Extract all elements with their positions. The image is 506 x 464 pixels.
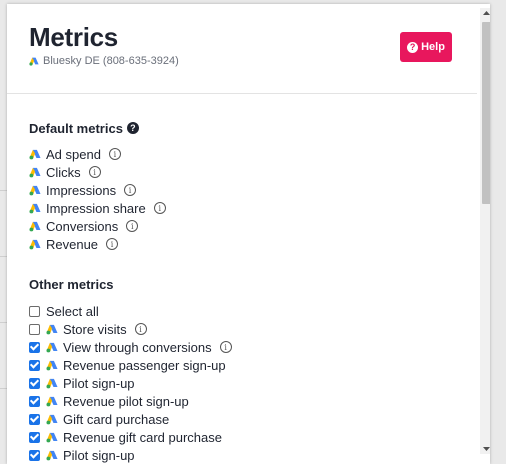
default-metric-item: Revenue i: [29, 235, 469, 253]
metric-label: Revenue passenger sign-up: [63, 357, 226, 373]
metric-checkbox-row[interactable]: Revenue gift card purchase: [29, 428, 469, 446]
metric-checkbox[interactable]: [29, 323, 40, 335]
other-metrics-title: Other metrics: [29, 276, 114, 292]
help-icon: ?: [407, 41, 419, 53]
metric-checkbox[interactable]: [29, 377, 40, 389]
metric-label: Gift card purchase: [63, 411, 170, 427]
metric-checkbox-row[interactable]: Pilot sign-up: [29, 374, 469, 392]
info-icon[interactable]: i: [153, 202, 166, 214]
google-ads-icon: [29, 167, 41, 177]
metric-label: View through conversions: [63, 339, 212, 355]
account-label: Bluesky DE (808-635-3924): [29, 55, 179, 67]
metric-label: Store visits: [63, 321, 127, 337]
question-icon[interactable]: ?: [126, 122, 139, 134]
info-icon[interactable]: i: [124, 184, 137, 196]
info-icon[interactable]: i: [126, 220, 139, 232]
default-metric-item: Impression share i: [29, 199, 469, 217]
scroll-down-arrow-icon[interactable]: [480, 444, 490, 454]
metric-checkbox-row[interactable]: Pilot sign-up: [29, 446, 469, 464]
info-icon[interactable]: i: [88, 166, 101, 178]
google-ads-icon: [46, 450, 58, 460]
scroll-up-arrow-icon[interactable]: [480, 8, 490, 18]
metric-checkbox-row[interactable]: Store visits i: [29, 320, 469, 338]
account-name: Bluesky DE (808-635-3924): [43, 55, 179, 67]
google-ads-icon: [29, 57, 39, 66]
google-ads-icon: [46, 324, 58, 334]
metric-label: Impressions: [46, 182, 117, 198]
metric-checkbox-row[interactable]: Revenue pilot sign-up: [29, 392, 469, 410]
google-ads-icon: [46, 360, 58, 370]
select-all-checkbox[interactable]: [29, 305, 40, 317]
metric-label: Pilot sign-up: [63, 447, 135, 463]
metrics-modal: Metrics Bluesky DE (808-635-3924) ? Help…: [7, 4, 490, 464]
google-ads-icon: [46, 414, 58, 424]
metric-label: Ad spend: [46, 146, 101, 162]
info-icon[interactable]: i: [219, 341, 232, 353]
modal-header: Metrics Bluesky DE (808-635-3924) ? Help: [7, 4, 477, 94]
google-ads-icon: [46, 342, 58, 352]
metric-checkbox[interactable]: [29, 413, 40, 425]
select-all-checkbox-row[interactable]: Select all: [29, 302, 469, 320]
help-button[interactable]: ? Help: [400, 32, 452, 62]
metric-checkbox[interactable]: [29, 359, 40, 371]
info-icon[interactable]: i: [106, 238, 119, 250]
metric-label: Select all: [46, 303, 99, 319]
metric-checkbox[interactable]: [29, 341, 40, 353]
google-ads-icon: [29, 203, 41, 213]
metric-label: Revenue gift card purchase: [63, 429, 222, 445]
google-ads-icon: [46, 432, 58, 442]
default-metric-item: Ad spend i: [29, 145, 469, 163]
default-metrics-title: Default metrics: [29, 120, 123, 136]
help-button-label: Help: [421, 41, 445, 53]
info-icon[interactable]: i: [108, 148, 121, 160]
scrollbar-thumb[interactable]: [482, 22, 490, 204]
google-ads-icon: [46, 396, 58, 406]
metric-label: Pilot sign-up: [63, 375, 135, 391]
metric-checkbox[interactable]: [29, 395, 40, 407]
metric-checkbox-row[interactable]: Revenue passenger sign-up: [29, 356, 469, 374]
default-metric-item: Impressions i: [29, 181, 469, 199]
default-metric-item: Conversions i: [29, 217, 469, 235]
modal-title: Metrics: [29, 22, 118, 52]
metric-checkbox[interactable]: [29, 431, 40, 443]
metric-label: Revenue: [46, 236, 99, 252]
google-ads-icon: [46, 378, 58, 388]
google-ads-icon: [29, 185, 41, 195]
info-icon[interactable]: i: [134, 323, 147, 335]
metric-checkbox-row[interactable]: View through conversions i: [29, 338, 469, 356]
metric-checkbox[interactable]: [29, 449, 40, 461]
google-ads-icon: [29, 221, 41, 231]
metric-label: Conversions: [46, 218, 119, 234]
metric-label: Clicks: [46, 164, 81, 180]
modal-scrollbar[interactable]: [480, 8, 490, 454]
other-metrics-heading: Other metrics: [29, 276, 469, 292]
metric-checkbox-row[interactable]: Gift card purchase: [29, 410, 469, 428]
metric-label: Revenue pilot sign-up: [63, 393, 189, 409]
google-ads-icon: [29, 239, 41, 249]
metric-label: Impression share: [46, 200, 146, 216]
other-metrics-list: Select all Store visits i View through conv…: [29, 302, 469, 464]
metrics-content: Default metrics ? Ad spend i Clicks i Impres…: [29, 120, 469, 464]
default-metric-item: Clicks i: [29, 163, 469, 181]
default-metrics-heading: Default metrics ?: [29, 120, 469, 136]
google-ads-icon: [29, 149, 41, 159]
default-metrics-list: Ad spend i Clicks i Impressions i Impression s…: [29, 145, 469, 253]
